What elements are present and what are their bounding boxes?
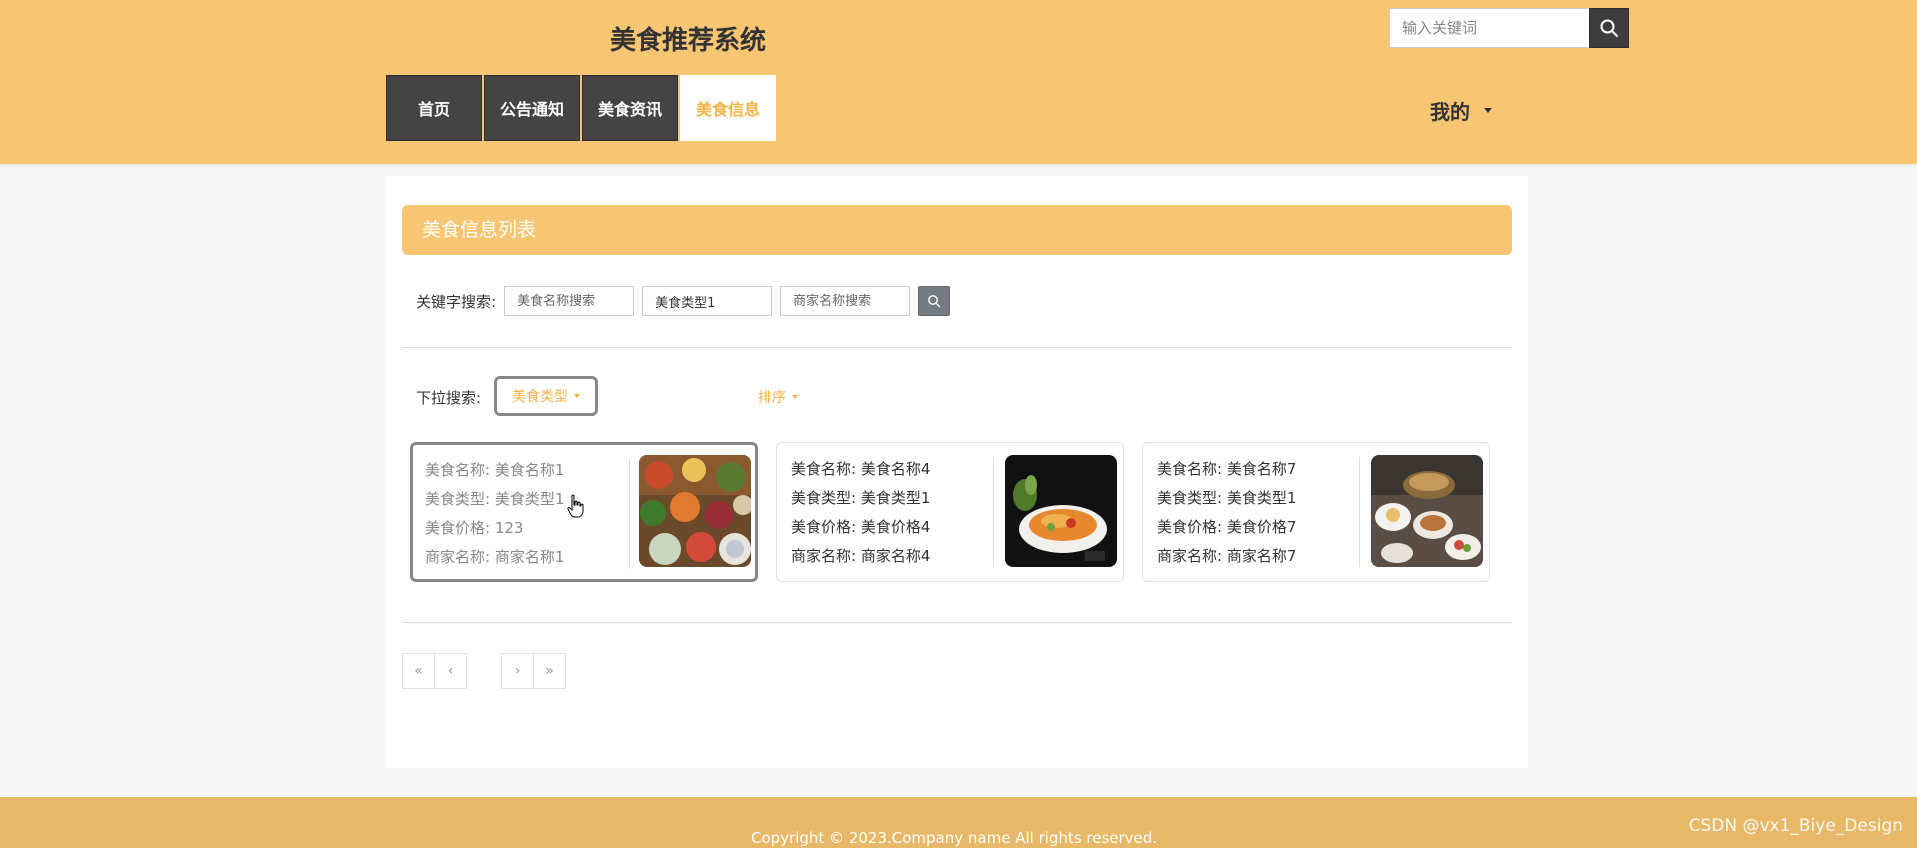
food-card[interactable]: 美食名称: 美食名称7 美食类型: 美食类型1 美食价格: 美食价格7 商家名称… — [1142, 442, 1490, 582]
food-name: 美食名称: 美食名称4 — [791, 460, 931, 478]
food-price: 美食价格: 美食价格4 — [791, 518, 931, 536]
panel-title: 美食信息列表 — [402, 205, 1512, 255]
watermark: CSDN @vx1_Biye_Design — [1688, 816, 1903, 836]
divider — [402, 347, 1512, 348]
food-type-dropdown-label: 美食类型 — [512, 389, 568, 405]
site-title[interactable]: 美食推荐系统 — [610, 20, 766, 57]
food-type-dropdown[interactable]: 美食类型 — [494, 376, 598, 416]
pagination-last[interactable]: » — [533, 653, 566, 689]
search-icon — [1600, 19, 1618, 37]
top-search — [1389, 8, 1629, 48]
user-menu[interactable]: 我的 — [1430, 96, 1492, 125]
merchant-name: 商家名称: 商家名称1 — [425, 548, 565, 566]
keyword-search-row: 关键字搜索: — [416, 286, 951, 316]
search-icon — [928, 295, 941, 308]
nav-announcements[interactable]: 公告通知 — [484, 75, 580, 141]
footer: Copyright © 2023.Company name All rights… — [0, 797, 1917, 848]
card-divider — [629, 459, 630, 569]
food-price: 美食价格: 美食价格7 — [1157, 518, 1297, 536]
user-menu-label: 我的 — [1430, 100, 1470, 124]
keyword-search-button[interactable] — [918, 286, 951, 316]
dropdown-search-row: 下拉搜索: 美食类型 排序 — [416, 376, 1506, 418]
food-name-search-input[interactable] — [504, 286, 635, 316]
nav-home[interactable]: 首页 — [386, 75, 482, 141]
chevron-down-icon — [574, 394, 580, 398]
food-card[interactable]: 美食名称: 美食名称4 美食类型: 美食类型1 美食价格: 美食价格4 商家名称… — [776, 442, 1124, 582]
merchant-name: 商家名称: 商家名称4 — [791, 547, 931, 565]
pagination-prev[interactable]: ‹ — [434, 653, 467, 689]
food-image-vegetable-platter[interactable] — [639, 455, 751, 567]
pagination-pages — [466, 653, 501, 689]
top-search-button[interactable] — [1589, 8, 1629, 48]
main-nav: 首页 公告通知 美食资讯 美食信息 — [386, 75, 776, 141]
food-card-info: 美食名称: 美食名称1 美食类型: 美食类型1 美食价格: 123 商家名称: … — [425, 456, 625, 572]
hand-cursor-icon — [567, 494, 584, 518]
food-type: 美食类型: 美食类型1 — [791, 489, 931, 507]
top-search-input[interactable] — [1389, 8, 1589, 48]
pagination-next[interactable]: › — [501, 653, 534, 689]
merchant-name-search-input[interactable] — [780, 286, 911, 316]
food-image-dim-sum-table[interactable] — [1371, 455, 1483, 567]
nav-food-info[interactable]: 美食信息 — [680, 75, 776, 141]
keyword-search-label: 关键字搜索: — [416, 292, 497, 311]
chevron-down-icon — [1484, 108, 1492, 113]
food-name: 美食名称: 美食名称1 — [425, 461, 565, 479]
pagination: « ‹ › » — [402, 653, 566, 689]
sort-dropdown[interactable]: 排序 — [758, 387, 798, 407]
chevron-down-icon — [792, 395, 798, 399]
copyright-text: Copyright © 2023.Company name All rights… — [751, 829, 1158, 847]
food-name: 美食名称: 美食名称7 — [1157, 460, 1297, 478]
food-card-info: 美食名称: 美食名称4 美食类型: 美食类型1 美食价格: 美食价格4 商家名称… — [791, 455, 991, 571]
food-type: 美食类型: 美食类型1 — [1157, 489, 1297, 507]
nav-food-news[interactable]: 美食资讯 — [582, 75, 678, 141]
dropdown-search-label: 下拉搜索: — [416, 389, 482, 407]
merchant-name: 商家名称: 商家名称7 — [1157, 547, 1297, 565]
card-divider — [1359, 457, 1360, 567]
food-image-noodle-bowl[interactable] — [1005, 455, 1117, 567]
sort-dropdown-label: 排序 — [758, 390, 786, 406]
pagination-first[interactable]: « — [402, 653, 435, 689]
card-divider — [993, 457, 994, 567]
food-type: 美食类型: 美食类型1 — [425, 490, 565, 508]
header: 美食推荐系统 首页 公告通知 美食资讯 美食信息 我的 — [0, 0, 1917, 164]
main-panel: 美食信息列表 关键字搜索: 下拉搜索: 美食类型 排序 美食名称: 美食名称1 — [386, 176, 1528, 768]
food-type-search-input[interactable] — [642, 286, 773, 316]
food-price: 美食价格: 123 — [425, 519, 524, 537]
food-card-info: 美食名称: 美食名称7 美食类型: 美食类型1 美食价格: 美食价格7 商家名称… — [1157, 455, 1357, 571]
divider — [402, 622, 1512, 623]
